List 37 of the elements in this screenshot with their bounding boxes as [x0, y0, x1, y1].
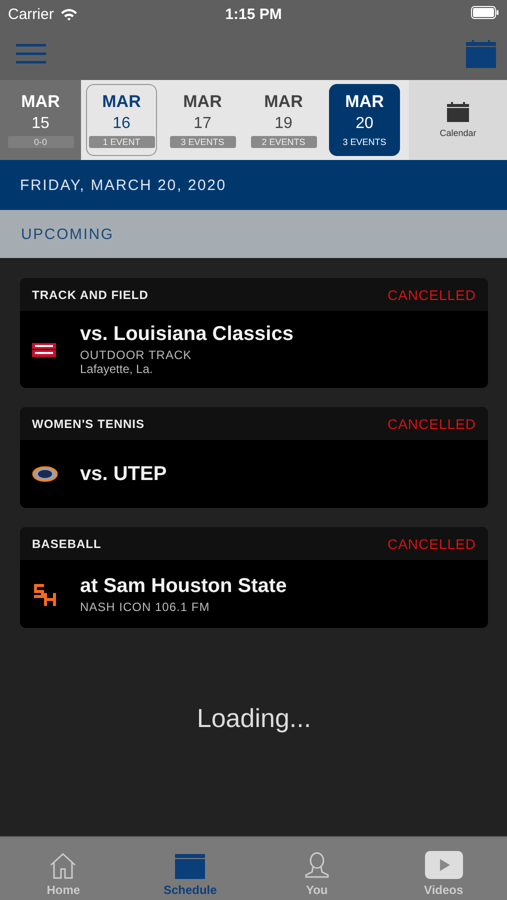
date-tab[interactable]: MAR 19 2 EVENTS	[243, 84, 324, 156]
battery-icon	[471, 6, 499, 18]
event-title: vs. UTEP	[80, 462, 167, 486]
event-detail: NASH ICON 106.1 FM	[80, 600, 211, 614]
event-card[interactable]: TRACK AND FIELD CANCELLED vs. Louisiana Classics OUTDOOR TRACK Lafayette, La.	[20, 278, 488, 388]
calendar-icon	[447, 102, 469, 122]
date-tab[interactable]: MAR 15 0-0	[0, 80, 81, 160]
date-tab[interactable]: MAR 20 3 EVENTS	[329, 84, 400, 156]
event-status: CANCELLED	[387, 536, 476, 552]
date-heading: FRIDAY, MARCH 20, 2020	[20, 176, 226, 194]
team-logo-icon	[32, 465, 58, 483]
event-detail: Lafayette, La.	[80, 362, 154, 376]
loading-text: Loading...	[196, 703, 312, 734]
calendar-button[interactable]: Calendar	[409, 80, 507, 160]
calendar-icon	[175, 851, 206, 879]
event-title: vs. Louisiana Classics	[80, 323, 294, 346]
event-status: CANCELLED	[387, 286, 476, 302]
menu-icon[interactable]	[16, 44, 46, 64]
sport-name: TRACK AND FIELD	[32, 288, 148, 302]
calendar-icon[interactable]	[466, 40, 496, 68]
team-logo-icon	[32, 581, 58, 607]
team-logo-icon	[32, 342, 56, 356]
section-heading: UPCOMING	[21, 226, 114, 242]
event-status: CANCELLED	[387, 416, 476, 432]
status-time: 1:15 PM	[225, 6, 282, 22]
carrier-name: Carrier	[8, 6, 54, 22]
sport-name: BASEBALL	[32, 536, 102, 550]
home-icon	[48, 851, 78, 879]
date-tab[interactable]: MAR 17 3 EVENTS	[162, 84, 243, 156]
wifi-icon	[60, 8, 78, 20]
play-icon	[424, 851, 463, 879]
date-tab[interactable]: MAR 16 1 EVENT	[86, 84, 157, 156]
event-card[interactable]: BASEBALL CANCELLED at Sam Houston State NASH ICON 106.1 FM	[20, 527, 488, 628]
sport-name: WOMEN'S TENNIS	[32, 416, 145, 430]
event-detail: OUTDOOR TRACK	[80, 348, 193, 362]
event-title: at Sam Houston State	[80, 574, 287, 598]
event-card[interactable]: WOMEN'S TENNIS CANCELLED vs. UTEP	[20, 407, 488, 508]
